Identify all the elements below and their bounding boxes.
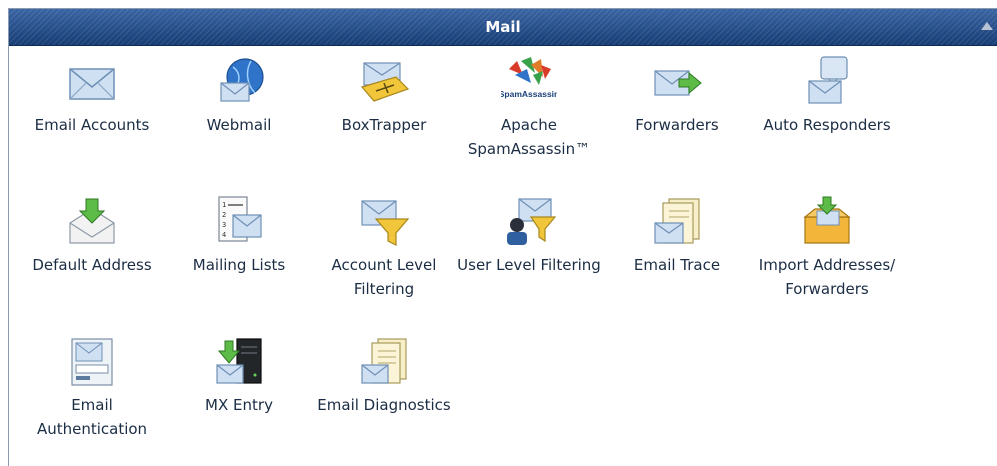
item-default-address[interactable]: Default Address xyxy=(17,195,167,277)
panel-header[interactable]: Mail xyxy=(9,9,997,46)
email-trace-icon xyxy=(649,195,705,249)
item-email-accounts[interactable]: Email Accounts xyxy=(17,55,167,137)
envelope-icon xyxy=(64,55,120,109)
item-email-trace[interactable]: Email Trace xyxy=(602,195,752,277)
item-label: User Level Filtering xyxy=(457,256,601,274)
item-mx-entry[interactable]: MX Entry xyxy=(164,335,314,417)
item-label: Mailing Lists xyxy=(192,256,286,274)
panel-title: Mail xyxy=(485,18,521,36)
item-account-level-filtering[interactable]: Account Level Filtering xyxy=(309,195,459,301)
import-box-icon xyxy=(799,195,855,249)
svg-text:SpamAssassin: SpamAssassin xyxy=(501,89,557,99)
item-auto-responders[interactable]: Auto Responders xyxy=(752,55,902,137)
item-webmail[interactable]: Webmail xyxy=(164,55,314,137)
item-label: Email Trace xyxy=(633,256,721,274)
email-diagnostics-icon xyxy=(356,335,412,389)
item-import-addresses-forwarders[interactable]: Import Addresses/ Forwarders xyxy=(752,195,902,301)
item-forwarders[interactable]: Forwarders xyxy=(602,55,752,137)
item-label: Email Diagnostics xyxy=(317,396,451,414)
item-mailing-lists[interactable]: 1 2 3 4 Mailing Lists xyxy=(164,195,314,277)
item-apache-spamassassin[interactable]: SpamAssassin Apache SpamAssassin™ xyxy=(454,55,604,161)
mail-icon-grid: Email Accounts Webmail BoxTrapper SpamAs… xyxy=(9,45,997,466)
item-label: Email Authentication xyxy=(36,396,148,438)
svg-text:1: 1 xyxy=(222,201,226,209)
account-filter-icon xyxy=(356,195,412,249)
default-address-icon xyxy=(64,195,120,249)
svg-text:3: 3 xyxy=(222,221,226,229)
item-label: Account Level Filtering xyxy=(331,256,437,298)
item-label: Default Address xyxy=(32,256,152,274)
item-label: BoxTrapper xyxy=(341,116,427,134)
mail-panel: Mail Email Accounts Webmail BoxTrapper S… xyxy=(8,8,997,466)
user-filter-icon xyxy=(501,195,557,249)
mailing-lists-icon: 1 2 3 4 xyxy=(211,195,267,249)
item-label: Auto Responders xyxy=(763,116,891,134)
item-label: Email Accounts xyxy=(34,116,150,134)
item-email-diagnostics[interactable]: Email Diagnostics xyxy=(309,335,459,417)
item-user-level-filtering[interactable]: User Level Filtering xyxy=(454,195,604,277)
item-boxtrapper[interactable]: BoxTrapper xyxy=(309,55,459,137)
item-label: Webmail xyxy=(206,116,272,134)
email-authentication-icon xyxy=(64,335,120,389)
svg-text:4: 4 xyxy=(222,231,226,239)
spamassassin-icon: SpamAssassin xyxy=(501,55,557,109)
boxtrapper-icon xyxy=(356,55,412,109)
item-label: Apache SpamAssassin™ xyxy=(467,116,591,158)
item-label: MX Entry xyxy=(205,396,273,414)
collapse-arrow-icon[interactable] xyxy=(981,22,993,30)
mx-server-icon xyxy=(211,335,267,389)
auto-responders-icon xyxy=(799,55,855,109)
item-label: Import Addresses/ Forwarders xyxy=(758,256,896,298)
item-label: Forwarders xyxy=(635,116,719,134)
svg-text:2: 2 xyxy=(222,211,226,219)
item-email-authentication[interactable]: Email Authentication xyxy=(17,335,167,441)
forwarders-icon xyxy=(649,55,705,109)
webmail-globe-icon xyxy=(211,55,267,109)
